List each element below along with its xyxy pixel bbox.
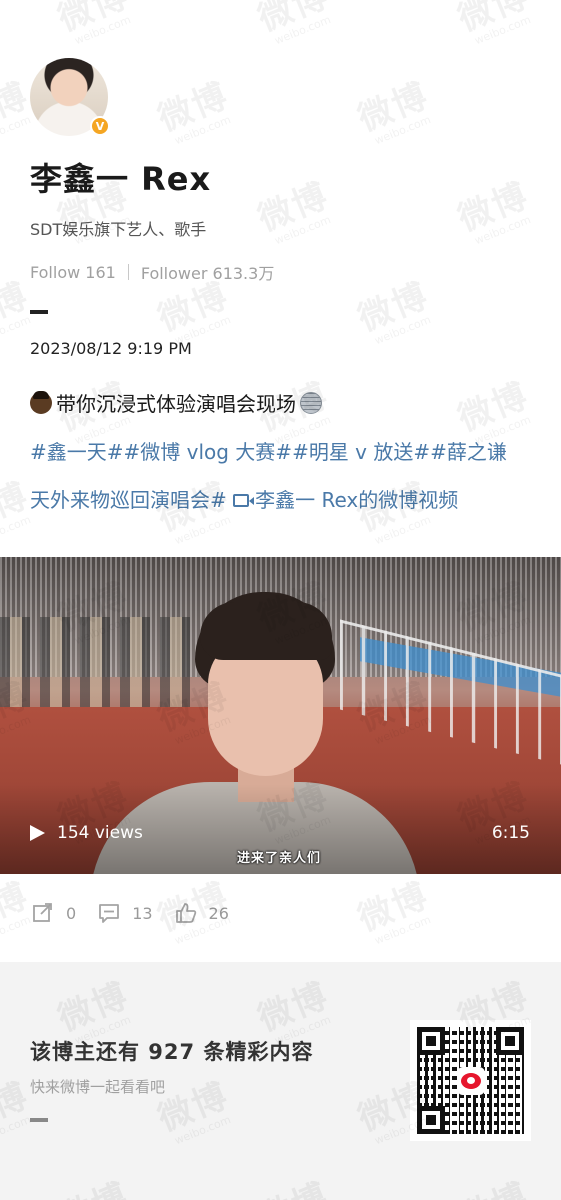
stats-divider [127, 264, 129, 280]
comment-count: 13 [132, 903, 153, 923]
qr-finder [417, 1106, 445, 1134]
avatar[interactable]: V [30, 58, 110, 136]
weibo-watermark: 微博weibo.com [52, 0, 135, 48]
post-date: 2023/08/12 9:19 PM [30, 339, 192, 358]
comment-button[interactable]: 13 [98, 902, 153, 924]
thumbs-up-icon [175, 903, 196, 923]
section-divider [30, 310, 48, 314]
like-count: 26 [208, 903, 229, 923]
post-text: 带你沉浸式体验演唱会现场 #鑫一天##微博 vlog 大赛##明星 v 放送##… [30, 380, 540, 524]
video-views: 154 views [57, 823, 143, 843]
play-icon[interactable] [30, 825, 45, 841]
profile-stats: Follow 161 Follower 613.3万 [30, 260, 530, 284]
repost-icon [33, 903, 52, 922]
post-body: 带你沉浸式体验演唱会现场 [56, 392, 296, 416]
weibo-watermark: 微博weibo.com [252, 0, 335, 48]
profile-name[interactable]: 李鑫一 Rex [30, 154, 530, 200]
disco-ball-emoji-icon [300, 392, 322, 414]
weibo-watermark: 微博weibo.com [352, 875, 435, 948]
video-link[interactable]: 李鑫一 Rex的微博视频 [255, 488, 458, 512]
post-actions: 0 13 26 [32, 902, 251, 924]
footer-divider [30, 1118, 48, 1122]
weibo-logo-icon [457, 1067, 485, 1095]
profile-bio: SDT娱乐旗下艺人、歌手 [30, 220, 207, 239]
follower-count[interactable]: Follower 613.3万 [141, 260, 275, 284]
verified-v-icon: V [90, 116, 110, 136]
post-hashtags-line2[interactable]: 天外来物巡回演唱会# [30, 488, 227, 512]
post-hashtags-line1[interactable]: #鑫一天##微博 vlog 大赛##明星 v 放送##薛之谦 [30, 428, 540, 476]
weibo-watermark: 微博weibo.com [452, 0, 535, 48]
video-player[interactable]: 154 views 6:15 进来了亲人们 [0, 557, 561, 874]
footer-subtitle: 快来微博一起看看吧 [30, 1078, 166, 1096]
footer-promo: 该博主还有 927 条精彩内容 快来微博一起看看吧 [0, 962, 561, 1200]
qr-finder [417, 1027, 445, 1055]
video-duration: 6:15 [491, 823, 530, 843]
repost-button[interactable]: 0 [32, 902, 76, 924]
person-emoji-icon [30, 391, 52, 414]
comment-icon [99, 904, 120, 923]
like-button[interactable]: 26 [175, 902, 229, 924]
repost-count: 0 [66, 903, 77, 923]
footer-title: 该博主还有 927 条精彩内容 [30, 1040, 314, 1064]
qr-code[interactable] [410, 1020, 531, 1141]
video-link-icon [233, 494, 255, 507]
follow-count[interactable]: Follow 161 [30, 263, 116, 282]
qr-finder [496, 1027, 524, 1055]
profile-header: V 李鑫一 Rex SDT娱乐旗下艺人、歌手 Follow 161 Follow… [30, 58, 530, 314]
video-subtitle: 进来了亲人们 [237, 851, 322, 866]
